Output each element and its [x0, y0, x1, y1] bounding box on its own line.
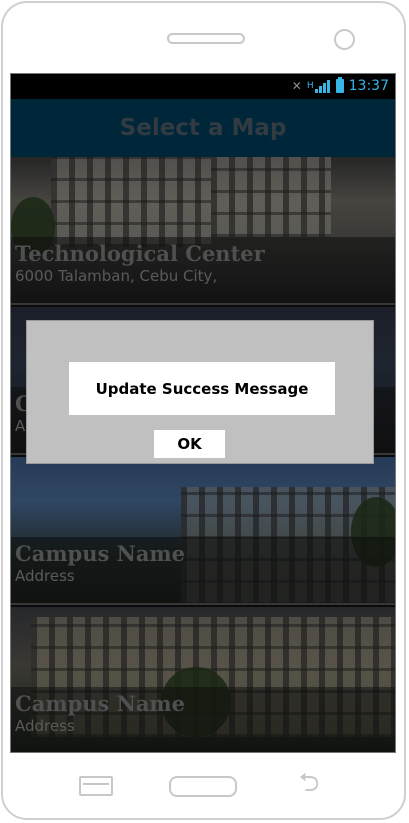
screen: ✕ H 13:37 Select a Map Technological Cen… — [10, 73, 396, 753]
front-camera — [334, 29, 355, 50]
dialog-message-box: Update Success Message — [69, 362, 335, 415]
ok-button[interactable]: OK — [154, 430, 225, 458]
success-dialog: Update Success Message OK — [26, 320, 374, 464]
status-bar: ✕ H 13:37 — [11, 74, 395, 99]
home-icon[interactable] — [169, 776, 237, 797]
mute-icon: ✕ — [291, 79, 302, 93]
speaker-grille — [167, 33, 245, 44]
signal-icon — [314, 79, 331, 93]
network-type-label: H — [306, 81, 314, 91]
back-icon[interactable]: ⮌ — [291, 770, 327, 796]
dialog-message: Update Success Message — [95, 379, 309, 398]
recent-apps-icon[interactable] — [79, 776, 113, 796]
status-clock: 13:37 — [348, 78, 389, 94]
battery-icon — [335, 77, 344, 93]
